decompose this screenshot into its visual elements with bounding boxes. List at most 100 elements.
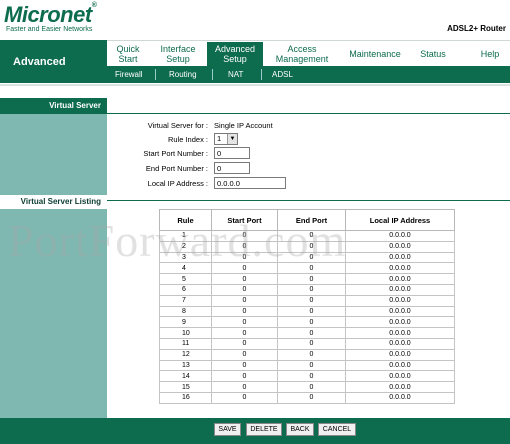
cancel-button[interactable]: CANCEL: [318, 423, 356, 436]
tab-advanced-setup[interactable]: Advanced Setup: [207, 42, 263, 66]
tab-access-management[interactable]: Access Management: [268, 42, 336, 66]
col-local-ip: Local IP Address: [345, 209, 455, 231]
end-port-cell: 0: [277, 359, 346, 372]
table-row: 11 0 0 0.0.0.0: [159, 337, 455, 350]
subtab-nat[interactable]: NAT: [228, 70, 243, 79]
table-row: 13 0 0 0.0.0.0: [159, 359, 455, 372]
end-port-cell: 0: [277, 273, 346, 285]
start-port-cell: 0: [211, 348, 278, 361]
start-port-cell: 0: [211, 273, 278, 285]
subtab-separator: [212, 69, 213, 80]
rule-cell: 15: [159, 381, 212, 393]
local-ip-cell: 0.0.0.0: [345, 316, 455, 329]
sidebar-virtual-server-listing: Virtual Server Listing: [0, 195, 107, 209]
tab-quick-start[interactable]: Quick Start: [107, 42, 149, 66]
local-ip-label: Local IP Address :: [147, 179, 208, 188]
rule-index-select[interactable]: 1 ▼: [214, 133, 238, 145]
start-port-cell: 0: [211, 381, 278, 393]
start-port-cell: 0: [211, 305, 278, 318]
table-row: 15 0 0 0.0.0.0: [159, 381, 455, 393]
table-row: 6 0 0 0.0.0.0: [159, 283, 455, 296]
table-row: 7 0 0 0.0.0.0: [159, 294, 455, 307]
delete-button[interactable]: DELETE: [246, 423, 282, 436]
local-ip-cell: 0.0.0.0: [345, 348, 455, 361]
local-ip-cell: 0.0.0.0: [345, 305, 455, 318]
local-ip-cell: 0.0.0.0: [345, 370, 455, 383]
tagline: Faster and Easier Networks: [6, 26, 93, 33]
end-port-cell: 0: [277, 337, 346, 350]
listing-rule: [107, 200, 510, 201]
tab-help[interactable]: Help: [470, 42, 510, 66]
rule-cell: 9: [159, 316, 212, 329]
save-button[interactable]: SAVE: [214, 423, 241, 436]
local-ip-cell: 0.0.0.0: [345, 381, 455, 393]
end-port-cell: 0: [277, 370, 346, 383]
rule-index-label: Rule Index :: [167, 135, 208, 144]
subtab-routing[interactable]: Routing: [169, 70, 197, 79]
start-port-cell: 0: [211, 359, 278, 372]
subtab-adsl[interactable]: ADSL: [272, 70, 293, 79]
tab-status[interactable]: Status: [412, 42, 454, 66]
end-port-cell: 0: [277, 327, 346, 339]
subtab-firewall[interactable]: Firewall: [115, 70, 143, 79]
end-port-cell: 0: [277, 316, 346, 329]
subtab-separator: [155, 69, 156, 80]
start-port-cell: 0: [211, 327, 278, 339]
local-ip-cell: 0.0.0.0: [345, 251, 455, 264]
table-row: 10 0 0 0.0.0.0: [159, 327, 455, 339]
back-button[interactable]: BACK: [286, 423, 314, 436]
local-ip-cell: 0.0.0.0: [345, 327, 455, 339]
product-name: ADSL2+ Router: [447, 24, 506, 33]
chevron-down-icon: ▼: [227, 134, 237, 144]
table-row: 16 0 0 0.0.0.0: [159, 391, 455, 404]
tab-maintenance[interactable]: Maintenance: [340, 42, 410, 66]
end-port-cell: 0: [277, 381, 346, 393]
end-port-label: End Port Number :: [145, 164, 208, 173]
rule-cell: 16: [159, 391, 212, 404]
start-port-input[interactable]: [214, 147, 250, 159]
start-port-label: Start Port Number :: [143, 149, 208, 158]
table-row: 9 0 0 0.0.0.0: [159, 316, 455, 329]
section-rule: [107, 113, 510, 114]
rule-cell: 8: [159, 305, 212, 318]
end-port-cell: 0: [277, 283, 346, 296]
local-ip-cell: 0.0.0.0: [345, 240, 455, 253]
end-port-cell: 0: [277, 294, 346, 307]
virtual-server-for-value: Single IP Account: [214, 121, 273, 130]
rule-cell: 5: [159, 273, 212, 285]
virtual-server-for-label: Virtual Server for :: [147, 121, 208, 130]
local-ip-input[interactable]: [214, 177, 286, 189]
local-ip-cell: 0.0.0.0: [345, 283, 455, 296]
table-row: 12 0 0 0.0.0.0: [159, 348, 455, 361]
local-ip-cell: 0.0.0.0: [345, 273, 455, 285]
table-row: 5 0 0 0.0.0.0: [159, 273, 455, 285]
rule-index-value: 1: [217, 134, 222, 143]
section-title: Advanced: [0, 40, 107, 83]
table-row: 14 0 0 0.0.0.0: [159, 370, 455, 383]
end-port-cell: 0: [277, 305, 346, 318]
start-port-cell: 0: [211, 391, 278, 404]
start-port-cell: 0: [211, 283, 278, 296]
local-ip-cell: 0.0.0.0: [345, 230, 455, 242]
rule-cell: 10: [159, 327, 212, 339]
end-port-cell: 0: [277, 348, 346, 361]
local-ip-cell: 0.0.0.0: [345, 337, 455, 350]
start-port-cell: 0: [211, 294, 278, 307]
local-ip-cell: 0.0.0.0: [345, 294, 455, 307]
start-port-cell: 0: [211, 337, 278, 350]
subtab-separator: [261, 69, 262, 80]
local-ip-cell: 0.0.0.0: [345, 262, 455, 275]
watermark: PortForward.com: [8, 215, 347, 266]
header: Micronet® Faster and Easier Networks ADS…: [0, 0, 510, 40]
tab-interface-setup[interactable]: Interface Setup: [152, 42, 204, 66]
local-ip-cell: 0.0.0.0: [345, 391, 455, 404]
header-divider: [0, 84, 510, 86]
start-port-cell: 0: [211, 370, 278, 383]
micronet-logo: Micronet®: [4, 2, 97, 27]
table-row: 8 0 0 0.0.0.0: [159, 305, 455, 318]
rule-cell: 6: [159, 283, 212, 296]
end-port-input[interactable]: [214, 162, 250, 174]
rule-cell: 14: [159, 370, 212, 383]
rule-cell: 7: [159, 294, 212, 307]
local-ip-cell: 0.0.0.0: [345, 359, 455, 372]
